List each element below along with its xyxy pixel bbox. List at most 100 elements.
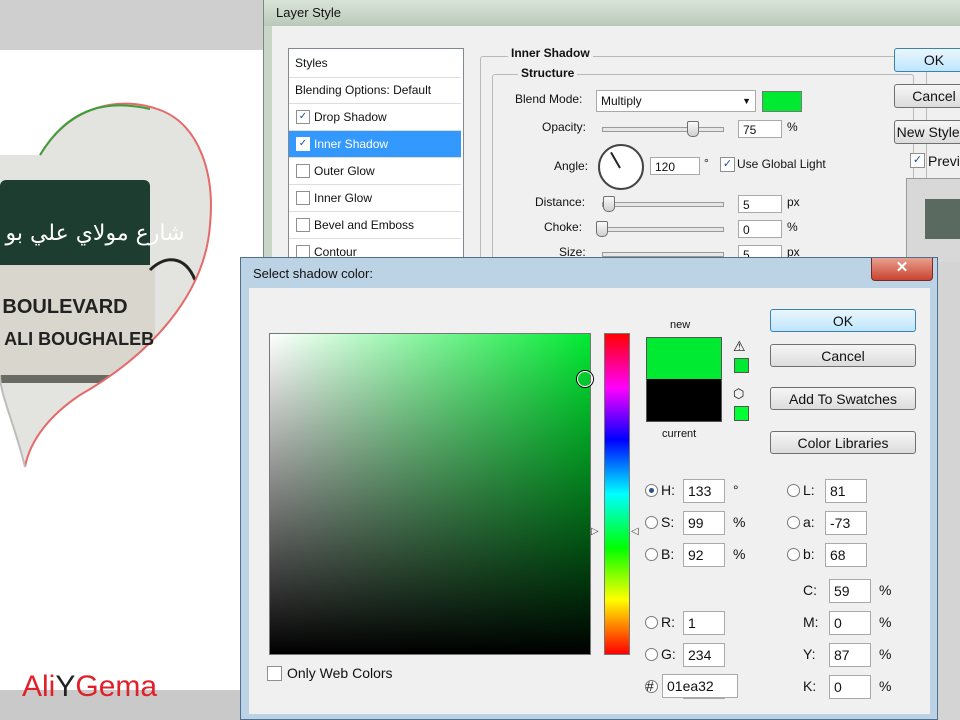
rgb-g-radio[interactable] [645,648,658,661]
styles-header[interactable]: Styles [289,49,461,78]
rgb-r-radio[interactable] [645,616,658,629]
hue-left-arrow-icon[interactable]: ▷ [591,526,599,537]
blend-mode-select[interactable]: Multiply ▼ [596,90,756,112]
style-item-drop-shadow[interactable]: ✓ Drop Shadow [289,104,461,131]
lab-l-input[interactable]: 81 [825,479,867,503]
shadow-color-swatch[interactable] [762,91,802,112]
color-field-cursor[interactable] [577,371,593,387]
subsection-title: Structure [518,66,578,80]
cmyk-y-unit: % [879,646,892,662]
saturation-brightness-field[interactable] [269,333,591,655]
opacity-input[interactable]: 75 [738,120,782,138]
distance-label: Distance: [535,195,586,209]
color-libraries-button[interactable]: Color Libraries [770,431,916,454]
lab-a-label: a: [803,514,815,530]
hsb-b-label: B: [661,546,675,562]
heart-image: شارع مولاي علي بو BOULEVARD y ALI BOUGHA… [0,95,220,480]
hue-right-arrow-icon[interactable]: ◁ [631,526,639,537]
distance-unit: px [787,195,800,209]
style-item-label: Blending Options: Default [295,83,432,97]
angle-input[interactable]: 120 [650,157,700,175]
lab-b-radio[interactable] [787,548,800,561]
sign-arabic-text: شارع مولاي علي بو [4,221,184,246]
choke-input[interactable]: 0 [738,220,782,238]
cmyk-c-label: C: [803,582,817,598]
global-light-checkbox[interactable]: ✓ [720,157,735,172]
rgb-g-input[interactable]: 234 [683,643,725,667]
style-item-checkbox[interactable]: ✓ [296,110,310,124]
lab-l-radio[interactable] [787,484,800,497]
hsb-b-input[interactable]: 92 [683,543,725,567]
blend-mode-value: Multiply [601,94,642,108]
style-item-label: Inner Glow [314,191,373,205]
current-color-swatch[interactable] [646,379,722,422]
style-item-checkbox[interactable] [296,218,310,232]
hsb-h-radio[interactable] [645,484,658,497]
hue-slider[interactable] [604,333,630,655]
style-item-inner-shadow[interactable]: ✓ Inner Shadow [289,131,461,158]
lab-l-label: L: [803,482,815,498]
current-color-label: current [662,428,697,440]
distance-slider-thumb[interactable] [603,196,615,212]
choke-slider[interactable] [602,227,724,232]
opacity-slider-thumb[interactable] [687,121,699,137]
only-web-colors-label: Only Web Colors [287,665,393,681]
new-style-button[interactable]: New Style... [894,120,960,144]
picker-cancel-button[interactable]: Cancel [770,344,916,367]
lab-a-radio[interactable] [787,516,800,529]
layer-style-titlebar[interactable] [264,0,960,26]
new-color-label: new [670,319,691,331]
document-canvas: شارع مولاي علي بو BOULEVARD y ALI BOUGHA… [0,0,270,720]
watermark-part1: Ali [22,670,56,703]
choke-slider-thumb[interactable] [596,221,608,237]
section-title: Inner Shadow [508,46,593,60]
angle-dial[interactable] [598,144,644,190]
hsb-h-unit: ° [733,482,739,498]
hsb-b-radio[interactable] [645,548,658,561]
cmyk-k-label: K: [803,678,817,694]
hsb-h-input[interactable]: 133 [683,479,725,503]
opacity-slider[interactable] [602,127,724,132]
style-item-checkbox[interactable]: ✓ [296,137,310,151]
cmyk-m-label: M: [803,614,819,630]
web-safe-color-swatch[interactable] [734,406,749,421]
angle-label: Angle: [554,159,589,173]
only-web-colors-checkbox[interactable] [267,666,282,681]
out-of-gamut-warning-icon[interactable]: ⚠ [733,338,746,355]
style-preview-box [906,178,960,262]
hex-input[interactable]: 01ea32 [662,674,738,698]
close-icon[interactable]: ✕ [871,258,933,281]
style-item-checkbox[interactable] [296,191,310,205]
cmyk-y-input[interactable]: 87 [829,643,871,667]
cmyk-k-input[interactable]: 0 [829,675,871,699]
picker-ok-button[interactable]: OK [770,309,916,332]
layer-style-ok-button[interactable]: OK [894,48,960,72]
style-item-bevel-and-emboss[interactable]: Bevel and Emboss [289,212,461,239]
hsb-h-label: H: [661,482,675,498]
cmyk-m-unit: % [879,614,892,630]
distance-input[interactable]: 5 [738,195,782,213]
cmyk-m-input[interactable]: 0 [829,611,871,635]
sign-line1: BOULEVARD [2,296,127,318]
style-item-inner-glow[interactable]: Inner Glow [289,185,461,212]
preview-checkbox[interactable]: ✓ [910,153,925,168]
rgb-r-input[interactable]: 1 [683,611,725,635]
gamut-color-swatch[interactable] [734,358,749,373]
color-picker-body: ▷ ◁ new current ⚠ ⬡ OK Cancel Add To Swa… [249,288,930,714]
lab-a-input[interactable]: -73 [825,511,867,535]
style-item-checkbox[interactable] [296,164,310,178]
layer-style-cancel-button[interactable]: Cancel [894,84,960,108]
style-item-outer-glow[interactable]: Outer Glow [289,158,461,185]
hsb-b-unit: % [733,546,746,562]
hsb-s-input[interactable]: 99 [683,511,725,535]
web-safe-cube-icon[interactable]: ⬡ [733,386,744,402]
lab-b-input[interactable]: 68 [825,543,867,567]
style-item-blending-options-default[interactable]: Blending Options: Default [289,77,461,104]
add-to-swatches-button[interactable]: Add To Swatches [770,387,916,410]
angle-dial-needle [610,151,621,169]
cmyk-c-input[interactable]: 59 [829,579,871,603]
hsb-s-radio[interactable] [645,516,658,529]
opacity-label: Opacity: [542,120,587,134]
watermark-part3: Gema [75,670,158,703]
distance-slider[interactable] [602,202,724,207]
